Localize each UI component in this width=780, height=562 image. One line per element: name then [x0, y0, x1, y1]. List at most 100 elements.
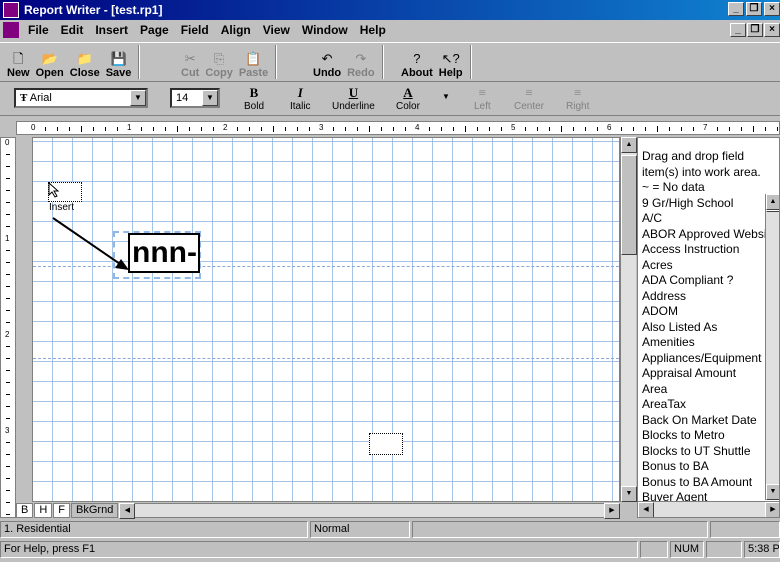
field-list-item[interactable]: A/C [642, 211, 779, 227]
menu-window[interactable]: Window [296, 23, 354, 37]
ruler-tick [765, 127, 766, 131]
app-icon[interactable] [3, 2, 19, 18]
paste-button[interactable]: 📋 Paste [236, 45, 271, 79]
bold-button[interactable]: B Bold [244, 85, 264, 112]
field-list-item[interactable]: Bonus to BA Amount [642, 475, 779, 491]
cut-button[interactable]: ✂ Cut [178, 45, 202, 79]
ruler-tick [6, 262, 10, 263]
scroll-down-icon[interactable]: ▼ [766, 484, 779, 500]
field-list-item[interactable]: Amenities [642, 335, 779, 351]
empty-field-box[interactable] [369, 433, 403, 455]
ruler-tick [717, 127, 718, 131]
ruler-tick [6, 478, 10, 479]
color-button[interactable]: A Color [396, 85, 420, 112]
align-center-button[interactable]: ≡ Center [514, 85, 544, 112]
ruler-tick [237, 127, 238, 131]
scroll-up-icon[interactable]: ▲ [621, 137, 637, 153]
ruler-tick [6, 286, 10, 287]
field-list-item[interactable]: ABOR Approved Website [642, 227, 779, 243]
field-list-item[interactable]: Blocks to UT Shuttle [642, 444, 779, 460]
field-list-item[interactable]: Address [642, 289, 779, 305]
scroll-left-icon[interactable]: ◀ [119, 502, 136, 519]
scroll-down-icon[interactable]: ▼ [621, 486, 637, 502]
menu-insert[interactable]: Insert [89, 23, 134, 37]
menu-view[interactable]: View [257, 23, 296, 37]
ruler-tick [6, 502, 10, 503]
document-icon[interactable] [3, 22, 19, 38]
work-area[interactable]: Insert nnn- [32, 137, 620, 502]
size-select[interactable]: 14 ▼ [170, 88, 220, 108]
close-doc-button[interactable]: 📁 Close [67, 45, 103, 79]
undo-button[interactable]: ↶ Undo [310, 45, 344, 79]
menu-page[interactable]: Page [134, 23, 175, 37]
menu-field[interactable]: Field [175, 23, 215, 37]
field-list-item[interactable]: Area [642, 382, 779, 398]
field-list-item[interactable]: Blocks to Metro [642, 428, 779, 444]
about-button[interactable]: ? About [398, 45, 436, 79]
work-horizontal-scrollbar[interactable]: ◀ ▶ [119, 502, 620, 519]
chevron-down-icon[interactable]: ▼ [130, 90, 146, 106]
field-list-item[interactable]: Back On Market Date [642, 413, 779, 429]
close-button[interactable]: × [764, 2, 780, 16]
chevron-down-icon[interactable]: ▼ [202, 90, 218, 106]
tab-footer[interactable]: F [53, 502, 71, 518]
menu-help[interactable]: Help [354, 23, 392, 37]
ruler-tick [741, 127, 742, 131]
save-button[interactable]: 💾 Save [103, 45, 135, 79]
scroll-right-icon[interactable]: ▶ [765, 502, 779, 517]
scroll-left-icon[interactable]: ◀ [638, 502, 654, 517]
scroll-up-icon[interactable]: ▲ [766, 194, 779, 210]
ruler-tick [6, 346, 10, 347]
minimize-button[interactable]: _ [728, 2, 744, 16]
field-list-item[interactable]: Bonus to BA [642, 459, 779, 475]
ruler-tick [489, 127, 490, 131]
menu-bar: File Edit Insert Page Field Align View W… [0, 20, 780, 40]
menu-align[interactable]: Align [215, 23, 257, 37]
field-list-item[interactable]: Access Instruction [642, 242, 779, 258]
ruler-tick [6, 154, 10, 155]
copy-button[interactable]: ⎘ Copy [202, 45, 236, 79]
ruler-tick [6, 358, 10, 359]
doc-close-button[interactable]: × [764, 23, 780, 37]
field-list-item[interactable]: ADA Compliant ? [642, 273, 779, 289]
ruler-tick [81, 126, 82, 132]
field-list-item[interactable]: Also Listed As [642, 320, 779, 336]
field-list-horizontal-scrollbar[interactable]: ◀ ▶ [638, 501, 779, 517]
new-button[interactable]: 🗋 New [4, 45, 33, 79]
ruler-tick [477, 127, 478, 131]
underline-icon: U [348, 85, 359, 100]
menu-file[interactable]: File [22, 23, 55, 37]
field-list-item[interactable]: AreaTax [642, 397, 779, 413]
align-left-button[interactable]: ≡ Left [474, 85, 491, 112]
field-list-item[interactable]: 9 Gr/High School [642, 196, 779, 212]
field-list-panel: Drag and drop field item(s) into work ar… [637, 137, 780, 518]
ruler-tick [201, 127, 202, 131]
tab-header[interactable]: H [34, 502, 53, 518]
menu-edit[interactable]: Edit [55, 23, 90, 37]
tab-body[interactable]: B [16, 502, 34, 518]
doc-restore-button[interactable]: ❐ [747, 23, 763, 37]
doc-minimize-button[interactable]: _ [730, 23, 746, 37]
work-vertical-scrollbar[interactable]: ▲ ▼ [620, 137, 637, 502]
open-button[interactable]: 📂 Open [33, 45, 67, 79]
ruler-tick [6, 370, 10, 371]
restore-button[interactable]: ❐ [746, 2, 762, 16]
italic-button[interactable]: I Italic [290, 85, 311, 112]
field-list-vertical-scrollbar[interactable]: ▲ ▼ [765, 194, 779, 500]
field-list-item[interactable]: Acres [642, 258, 779, 274]
ruler-tick [6, 442, 10, 443]
field-list-item[interactable]: Appliances/Equipment [642, 351, 779, 367]
align-right-button[interactable]: ≡ Right [566, 85, 589, 112]
scroll-thumb[interactable] [621, 155, 637, 255]
font-select[interactable]: Ŧ Arial ▼ [14, 88, 148, 108]
field-list-item[interactable]: Appraisal Amount [642, 366, 779, 382]
color-dropdown-icon[interactable]: ▼ [442, 92, 450, 101]
field-list-item[interactable]: ADOM [642, 304, 779, 320]
scroll-thumb[interactable] [766, 210, 779, 212]
help-button[interactable]: ↖? Help [436, 45, 466, 79]
underline-button[interactable]: U Underline [332, 85, 375, 112]
redo-button[interactable]: ↷ Redo [344, 45, 378, 79]
bold-icon: B [249, 85, 259, 100]
scroll-right-icon[interactable]: ▶ [604, 502, 620, 519]
tab-background[interactable]: BkGrnd [71, 502, 119, 518]
